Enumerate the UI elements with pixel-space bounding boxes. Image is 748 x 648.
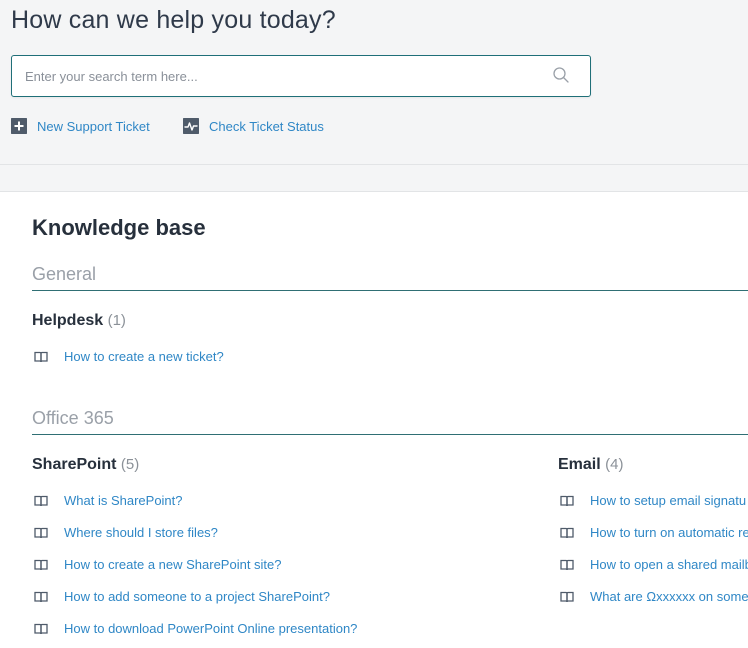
article-title: How to add someone to a project SharePoi… bbox=[64, 589, 330, 604]
article-link[interactable]: How to add someone to a project SharePoi… bbox=[34, 589, 330, 604]
open-book-icon bbox=[34, 495, 48, 506]
section-name: SharePoint bbox=[32, 456, 117, 473]
article-title: How to create a new ticket? bbox=[64, 349, 224, 364]
article-title: Where should I store files? bbox=[64, 525, 218, 540]
open-book-icon bbox=[34, 527, 48, 538]
page-title: How can we help you today? bbox=[11, 6, 336, 34]
search-icon[interactable] bbox=[552, 66, 570, 84]
article-link[interactable]: How to download PowerPoint Online presen… bbox=[34, 621, 357, 636]
open-book-icon bbox=[34, 591, 48, 602]
open-book-icon bbox=[560, 495, 574, 506]
section-name: Email bbox=[558, 456, 601, 473]
article-title: What is SharePoint? bbox=[64, 493, 183, 508]
category-divider bbox=[32, 434, 748, 435]
category-title-office-365: Office 365 bbox=[32, 408, 114, 428]
section-name: Helpdesk bbox=[32, 312, 104, 329]
open-book-icon bbox=[34, 351, 48, 362]
open-book-icon bbox=[560, 559, 574, 570]
open-book-icon bbox=[560, 591, 574, 602]
article-link[interactable]: How to open a shared mailb bbox=[560, 557, 748, 572]
section-count: (1) bbox=[107, 312, 126, 329]
article-title: How to setup email signatu bbox=[590, 493, 747, 508]
section-count: (5) bbox=[120, 456, 140, 473]
article-title: What are Ωxxxxxx on some e bbox=[590, 589, 748, 604]
search-box[interactable] bbox=[11, 55, 591, 97]
section-title-helpdesk[interactable]: Helpdesk (1) bbox=[32, 312, 126, 330]
article-link[interactable]: How to create a new ticket? bbox=[34, 349, 224, 364]
open-book-icon bbox=[34, 559, 48, 570]
article-link[interactable]: Where should I store files? bbox=[34, 525, 218, 540]
section-title-sharepoint[interactable]: SharePoint (5) bbox=[32, 456, 139, 474]
category-title-general: General bbox=[32, 264, 97, 284]
article-title: How to download PowerPoint Online presen… bbox=[64, 621, 358, 636]
open-book-icon bbox=[560, 527, 574, 538]
activity-pulse-icon bbox=[183, 118, 199, 134]
article-link[interactable]: How to create a new SharePoint site? bbox=[34, 557, 282, 572]
new-support-ticket-label: New Support Ticket bbox=[37, 118, 150, 134]
category-divider bbox=[32, 290, 748, 291]
check-ticket-status-label: Check Ticket Status bbox=[209, 118, 324, 134]
search-input[interactable] bbox=[12, 56, 542, 96]
article-link[interactable]: How to turn on automatic re bbox=[560, 525, 748, 540]
article-link[interactable]: How to setup email signatu bbox=[560, 493, 746, 508]
article-title: How to turn on automatic re bbox=[590, 525, 748, 540]
help-header: How can we help you today? New Support T… bbox=[0, 0, 748, 165]
header-divider bbox=[0, 165, 748, 192]
article-title: How to create a new SharePoint site? bbox=[64, 557, 282, 572]
open-book-icon bbox=[34, 623, 48, 634]
section-title-email[interactable]: Email (4) bbox=[558, 456, 623, 474]
new-support-ticket-link[interactable]: New Support Ticket bbox=[11, 117, 150, 135]
section-count: (4) bbox=[605, 456, 624, 473]
knowledge-base-title: Knowledge base bbox=[32, 215, 206, 240]
check-ticket-status-link[interactable]: Check Ticket Status bbox=[183, 117, 324, 135]
article-link[interactable]: What is SharePoint? bbox=[34, 493, 183, 508]
article-title: How to open a shared mailb bbox=[590, 557, 748, 572]
article-link[interactable]: What are Ωxxxxxx on some e bbox=[560, 589, 748, 604]
plus-square-icon bbox=[11, 118, 27, 134]
